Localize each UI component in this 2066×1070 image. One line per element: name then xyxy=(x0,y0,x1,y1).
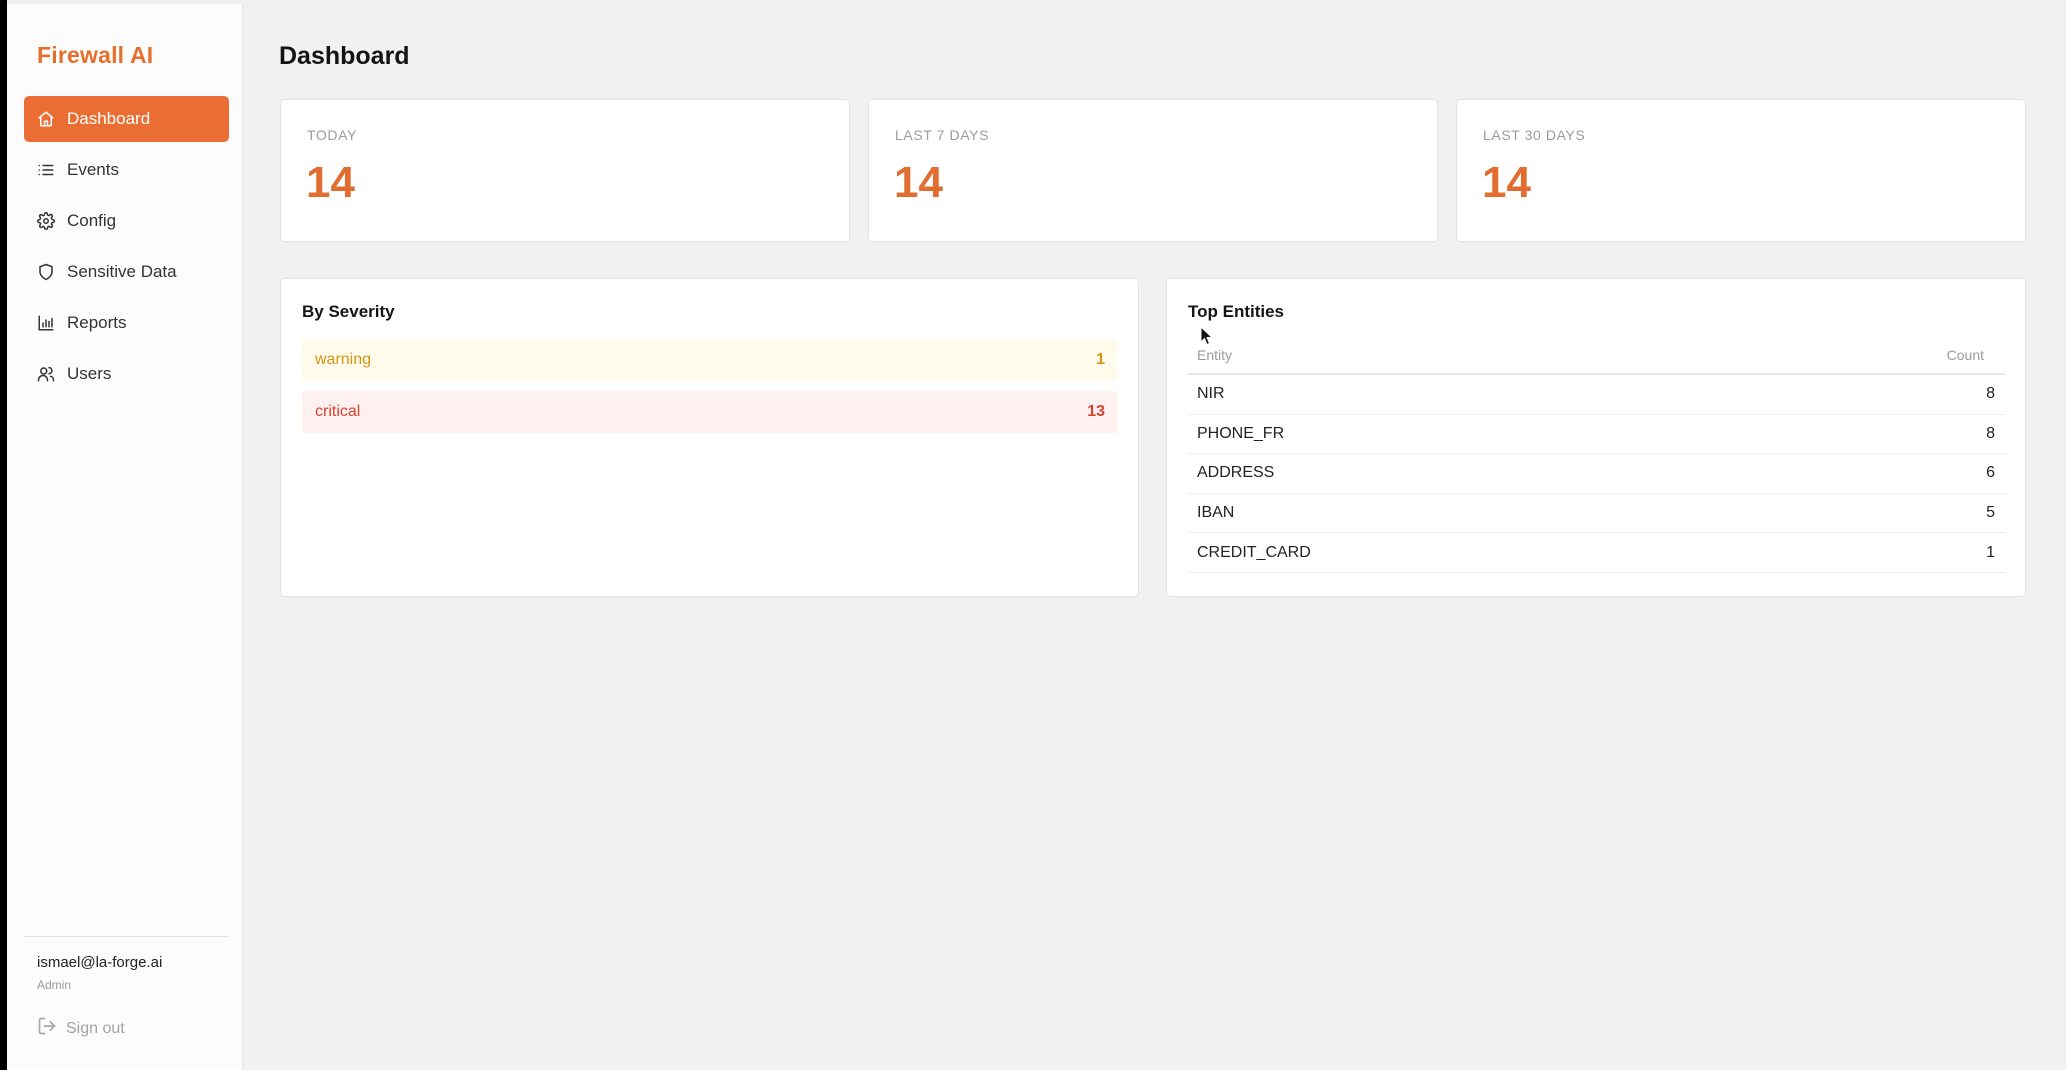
sidebar-divider xyxy=(24,936,229,937)
entity-count: 6 xyxy=(1986,464,1995,482)
page-title: Dashboard xyxy=(279,42,410,70)
entities-table: Entity Count NIR 8 PHONE_FR 8 ADDRESS 6 … xyxy=(1188,336,2005,573)
entity-count: 1 xyxy=(1986,543,1995,561)
sidebar-item-config[interactable]: Config xyxy=(24,198,229,244)
window-edge xyxy=(0,0,7,1070)
entity-name: NIR xyxy=(1197,385,1225,403)
brand-logo[interactable]: Firewall AI xyxy=(37,42,153,69)
severity-panel: By Severity warning 1 critical 13 xyxy=(280,278,1139,597)
sidebar-item-users[interactable]: Users xyxy=(24,351,229,397)
users-icon xyxy=(37,365,55,383)
sidebar-item-events[interactable]: Events xyxy=(24,147,229,193)
entity-count: 5 xyxy=(1986,504,1995,522)
stat-value: 14 xyxy=(1482,158,1531,207)
shield-icon xyxy=(37,263,55,281)
stat-label: LAST 7 DAYS xyxy=(895,127,990,143)
severity-count: 1 xyxy=(1096,351,1105,368)
column-header-count[interactable]: Count xyxy=(1947,347,1984,363)
sidebar-item-label: Dashboard xyxy=(67,109,151,128)
home-icon xyxy=(37,110,55,128)
sidebar: Firewall AI Dashboard Events Config Sens… xyxy=(7,4,243,1070)
table-header: Entity Count xyxy=(1188,336,2005,375)
sidebar-item-sensitive-data[interactable]: Sensitive Data xyxy=(24,249,229,295)
entity-name: PHONE_FR xyxy=(1197,424,1285,442)
sidebar-item-label: Reports xyxy=(67,313,127,332)
bar-chart-icon xyxy=(37,314,55,332)
entity-name: CREDIT_CARD xyxy=(1197,543,1311,561)
sidebar-nav: Dashboard Events Config Sensitive Data R… xyxy=(24,96,229,402)
user-email: ismael@la-forge.ai xyxy=(37,954,163,971)
sidebar-item-dashboard[interactable]: Dashboard xyxy=(24,96,229,142)
sign-out-icon xyxy=(37,1016,66,1041)
sidebar-item-label: Users xyxy=(67,364,112,383)
stat-card-last-7-days: LAST 7 DAYS 14 xyxy=(868,99,1438,242)
table-row: CREDIT_CARD 1 xyxy=(1188,533,2005,573)
stat-card-today: TODAY 14 xyxy=(280,99,850,242)
sidebar-item-label: Config xyxy=(67,211,117,230)
severity-label: critical xyxy=(315,403,361,420)
sidebar-item-label: Events xyxy=(67,160,119,179)
panel-title: Top Entities xyxy=(1188,302,1285,321)
top-entities-panel: Top Entities Entity Count NIR 8 PHONE_FR… xyxy=(1166,278,2026,597)
panel-title: By Severity xyxy=(302,302,395,321)
column-header-entity[interactable]: Entity xyxy=(1197,347,1232,363)
table-row: ADDRESS 6 xyxy=(1188,454,2005,494)
severity-label: warning xyxy=(315,351,372,368)
mouse-cursor-icon xyxy=(1200,326,1214,346)
sidebar-item-label: Sensitive Data xyxy=(67,262,177,281)
entity-name: IBAN xyxy=(1197,504,1235,522)
list-icon xyxy=(37,161,55,179)
sidebar-item-reports[interactable]: Reports xyxy=(24,300,229,346)
table-row: PHONE_FR 8 xyxy=(1188,415,2005,455)
severity-count: 13 xyxy=(1087,403,1105,420)
entity-name: ADDRESS xyxy=(1197,464,1275,482)
table-row: IBAN 5 xyxy=(1188,494,2005,534)
user-role: Admin xyxy=(37,978,72,992)
gear-icon xyxy=(37,212,55,230)
table-row: NIR 8 xyxy=(1188,375,2005,415)
severity-row-critical: critical 13 xyxy=(302,391,1117,433)
sign-out-button[interactable]: Sign out xyxy=(37,1016,125,1041)
stat-value: 14 xyxy=(306,158,355,207)
stat-card-last-30-days: LAST 30 DAYS 14 xyxy=(1456,99,2026,242)
sign-out-label: Sign out xyxy=(66,1019,125,1037)
severity-row-warning: warning 1 xyxy=(302,339,1117,381)
stat-value: 14 xyxy=(894,158,943,207)
entity-count: 8 xyxy=(1986,424,1995,442)
stat-label: LAST 30 DAYS xyxy=(1483,127,1586,143)
stat-label: TODAY xyxy=(307,127,357,143)
entity-count: 8 xyxy=(1986,385,1995,403)
